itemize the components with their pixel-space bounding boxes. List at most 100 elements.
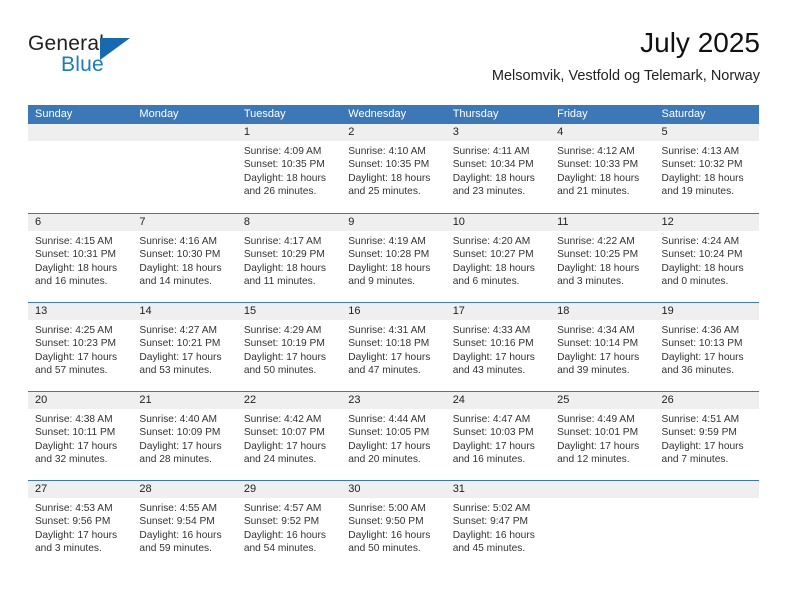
day-number-band: 30 (341, 481, 446, 498)
day-number: 22 (243, 394, 257, 406)
weekday-header-tuesday: Tuesday (243, 108, 286, 120)
day-cell[interactable]: 1 Sunrise: 4:09 AM Sunset: 10:35 PM Dayl… (236, 124, 342, 213)
day-cell[interactable]: 12 Sunrise: 4:24 AM Sunset: 10:24 PM Day… (654, 214, 759, 302)
day-number-band: 10 (445, 214, 551, 231)
page-title: July 2025 (640, 27, 760, 58)
day-cell[interactable]: 28 Sunrise: 4:55 AM Sunset: 9:54 PM Dayl… (132, 481, 237, 569)
sunset-text: Sunset: 9:56 PM (35, 516, 111, 528)
daylight-text-line2: and 3 minutes. (557, 276, 624, 288)
day-number-band: 5 (654, 124, 759, 141)
sunset-text: Sunset: 10:13 PM (661, 338, 743, 350)
day-number: 23 (348, 394, 361, 406)
day-cell[interactable]: 26 Sunrise: 4:51 AM Sunset: 9:59 PM Dayl… (654, 392, 759, 480)
sunrise-text: Sunrise: 4:36 AM (661, 325, 740, 336)
daylight-text-line2: and 50 minutes. (348, 543, 421, 555)
day-cell[interactable]: 18 Sunrise: 4:34 AM Sunset: 10:14 PM Day… (550, 303, 655, 391)
sunrise-text: Sunrise: 4:22 AM (557, 236, 635, 247)
day-number: 17 (452, 305, 465, 317)
day-cell[interactable]: 6 Sunrise: 4:15 AM Sunset: 10:31 PM Dayl… (28, 214, 133, 302)
day-cell[interactable]: 17 Sunrise: 4:33 AM Sunset: 10:16 PM Day… (445, 303, 551, 391)
sunrise-text: Sunrise: 4:57 AM (243, 503, 322, 514)
day-cell[interactable]: 29 Sunrise: 4:57 AM Sunset: 9:52 PM Dayl… (236, 481, 342, 569)
day-cell[interactable]: 13 Sunrise: 4:25 AM Sunset: 10:23 PM Day… (28, 303, 133, 391)
weekday-header-friday: Friday (557, 108, 588, 120)
day-number-band: 7 (132, 214, 237, 231)
day-number-band: 19 (654, 303, 759, 320)
general-blue-logo[interactable]: General Blue (28, 32, 148, 88)
day-cell[interactable]: 4 Sunrise: 4:12 AM Sunset: 10:33 PM Dayl… (550, 124, 655, 213)
day-number-band: 28 (132, 481, 237, 498)
weekday-header-thursday: Thursday (452, 108, 499, 120)
day-detail: Sunrise: 4:42 AM Sunset: 10:07 PM Daylig… (237, 409, 341, 467)
day-cell[interactable]: 3 Sunrise: 4:11 AM Sunset: 10:34 PM Dayl… (445, 124, 551, 213)
sunset-text: Sunset: 10:24 PM (661, 249, 743, 261)
day-number: 29 (243, 483, 257, 495)
sunset-text: Sunset: 10:29 PM (243, 249, 325, 261)
day-number-band: 20 (28, 392, 133, 409)
day-cell[interactable]: 23 Sunrise: 4:44 AM Sunset: 10:05 PM Day… (341, 392, 446, 480)
daylight-text-line1: Daylight: 18 hours (557, 172, 640, 184)
day-detail: Sunrise: 4:27 AM Sunset: 10:21 PM Daylig… (132, 320, 236, 378)
day-number: 20 (35, 394, 48, 406)
day-cell[interactable]: 19 Sunrise: 4:36 AM Sunset: 10:13 PM Day… (654, 303, 759, 391)
day-cell[interactable]: 31 Sunrise: 5:02 AM Sunset: 9:47 PM Dayl… (445, 481, 551, 569)
day-cell[interactable]: 2 Sunrise: 4:10 AM Sunset: 10:35 PM Dayl… (341, 124, 446, 213)
day-cell[interactable]: 15 Sunrise: 4:29 AM Sunset: 10:19 PM Day… (236, 303, 342, 391)
day-number-band: 16 (341, 303, 446, 320)
day-cell[interactable]: 5 Sunrise: 4:13 AM Sunset: 10:32 PM Dayl… (654, 124, 759, 213)
day-cell[interactable]: 8 Sunrise: 4:17 AM Sunset: 10:29 PM Dayl… (236, 214, 342, 302)
day-cell[interactable]: 25 Sunrise: 4:49 AM Sunset: 10:01 PM Day… (550, 392, 655, 480)
daylight-text-line1: Daylight: 17 hours (139, 440, 222, 452)
day-cell[interactable]: 16 Sunrise: 4:31 AM Sunset: 10:18 PM Day… (341, 303, 446, 391)
daylight-text-line1: Daylight: 17 hours (452, 440, 535, 452)
day-cell[interactable]: 9 Sunrise: 4:19 AM Sunset: 10:28 PM Dayl… (341, 214, 446, 302)
day-detail: Sunrise: 4:34 AM Sunset: 10:14 PM Daylig… (550, 320, 654, 378)
day-detail: Sunrise: 5:02 AM Sunset: 9:47 PM Dayligh… (446, 498, 550, 556)
day-detail: Sunrise: 4:57 AM Sunset: 9:52 PM Dayligh… (237, 498, 341, 556)
day-cell[interactable]: 7 Sunrise: 4:16 AM Sunset: 10:30 PM Dayl… (132, 214, 237, 302)
sunset-text: Sunset: 10:21 PM (139, 338, 221, 350)
day-number: 28 (139, 483, 152, 495)
sunrise-text: Sunrise: 4:16 AM (139, 236, 218, 247)
day-number-band: 31 (445, 481, 551, 498)
sunset-text: Sunset: 10:01 PM (557, 427, 639, 439)
sunset-text: Sunset: 10:07 PM (243, 427, 325, 439)
daylight-text-line1: Daylight: 18 hours (35, 262, 118, 274)
sunset-text: Sunset: 10:34 PM (452, 159, 534, 171)
day-cell[interactable]: 30 Sunrise: 5:00 AM Sunset: 9:50 PM Dayl… (341, 481, 446, 569)
day-number-band: 1 (236, 124, 342, 141)
sunrise-text: Sunrise: 5:00 AM (348, 503, 426, 514)
sunrise-text: Sunrise: 4:10 AM (348, 146, 426, 157)
day-detail: Sunrise: 4:11 AM Sunset: 10:34 PM Daylig… (446, 141, 550, 199)
day-cell[interactable]: 27 Sunrise: 4:53 AM Sunset: 9:56 PM Dayl… (28, 481, 133, 569)
day-detail: Sunrise: 4:51 AM Sunset: 9:59 PM Dayligh… (655, 409, 759, 467)
day-cell (550, 481, 655, 569)
sunrise-text: Sunrise: 4:34 AM (557, 325, 635, 336)
weekday-header-wednesday: Wednesday (348, 108, 407, 120)
day-cell[interactable]: 22 Sunrise: 4:42 AM Sunset: 10:07 PM Day… (236, 392, 342, 480)
sunrise-text: Sunrise: 4:24 AM (661, 236, 740, 247)
week-row: 27 Sunrise: 4:53 AM Sunset: 9:56 PM Dayl… (28, 480, 759, 569)
day-number-band: 14 (132, 303, 237, 320)
day-number-band: 26 (654, 392, 759, 409)
day-cell[interactable]: 24 Sunrise: 4:47 AM Sunset: 10:03 PM Day… (445, 392, 551, 480)
day-detail (28, 141, 132, 145)
day-detail: Sunrise: 4:29 AM Sunset: 10:19 PM Daylig… (237, 320, 341, 378)
day-number-band: 4 (550, 124, 655, 141)
daylight-text-line2: and 39 minutes. (557, 365, 630, 377)
day-number: 15 (243, 305, 257, 317)
day-cell[interactable]: 20 Sunrise: 4:38 AM Sunset: 10:11 PM Day… (28, 392, 133, 480)
day-cell[interactable]: 10 Sunrise: 4:20 AM Sunset: 10:27 PM Day… (445, 214, 551, 302)
day-number-band: 25 (550, 392, 655, 409)
sunrise-text: Sunrise: 5:02 AM (452, 503, 531, 514)
day-cell[interactable]: 21 Sunrise: 4:40 AM Sunset: 10:09 PM Day… (132, 392, 237, 480)
daylight-text-line1: Daylight: 18 hours (452, 172, 535, 184)
day-number: 13 (35, 305, 48, 317)
daylight-text-line2: and 9 minutes. (348, 276, 416, 288)
week-row: 6 Sunrise: 4:15 AM Sunset: 10:31 PM Dayl… (28, 213, 759, 302)
day-cell[interactable]: 14 Sunrise: 4:27 AM Sunset: 10:21 PM Day… (132, 303, 237, 391)
day-cell[interactable]: 11 Sunrise: 4:22 AM Sunset: 10:25 PM Day… (550, 214, 655, 302)
sunset-text: Sunset: 10:31 PM (35, 249, 116, 261)
daylight-text-line1: Daylight: 17 hours (35, 529, 118, 541)
day-number: 14 (139, 305, 152, 317)
